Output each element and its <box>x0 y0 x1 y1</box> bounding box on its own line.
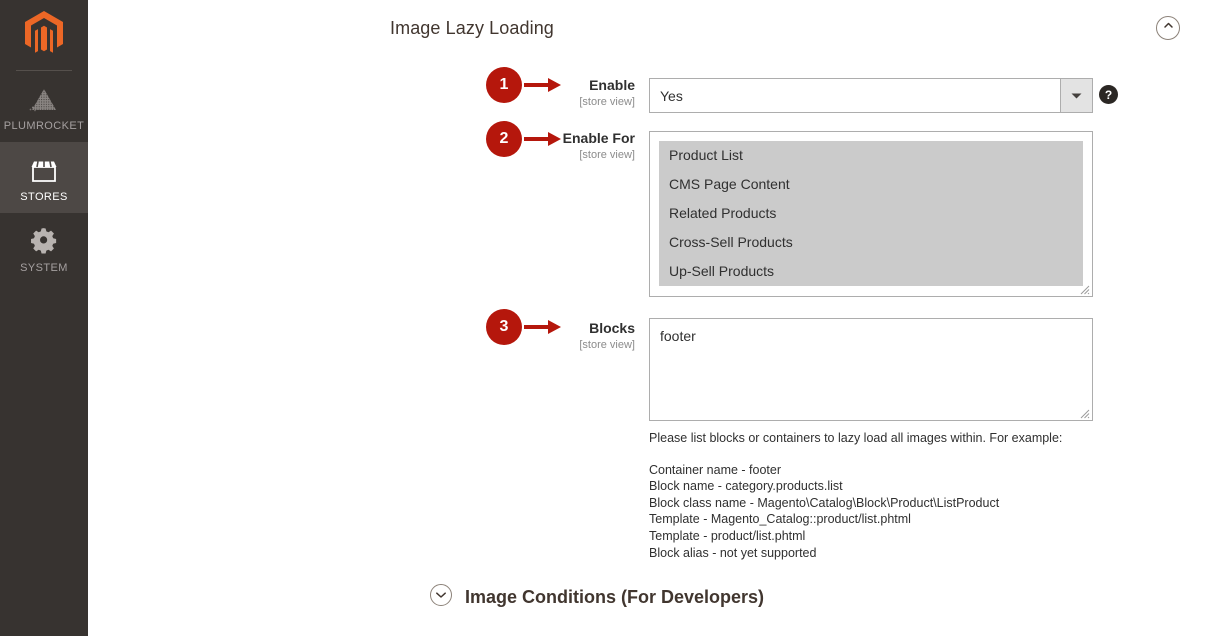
multiselect-option[interactable]: Up-Sell Products <box>659 257 1083 286</box>
sidebar-item-label: STORES <box>20 191 68 203</box>
sidebar: PLUMROCKET STORES SYSTEM <box>0 0 88 636</box>
section-image-conditions[interactable]: Image Conditions (For Developers) <box>429 583 764 612</box>
chevron-up-circle-icon <box>1162 19 1175 37</box>
label-text: Enable <box>589 77 635 93</box>
question-mark-icon: ? <box>1104 87 1113 102</box>
sidebar-item-system[interactable]: SYSTEM <box>0 213 88 284</box>
multiselect-option[interactable]: Related Products <box>659 199 1083 228</box>
plumrocket-pyramid-icon <box>29 83 59 113</box>
help-line: Template - Magento_Catalog::product/list… <box>649 512 911 527</box>
magento-logo[interactable] <box>0 0 88 64</box>
help-line: Block class name - Magento\Catalog\Block… <box>649 495 1000 510</box>
sidebar-item-plumrocket[interactable]: PLUMROCKET <box>0 71 88 142</box>
resize-grip-icon[interactable] <box>1078 406 1090 419</box>
enable-tooltip-icon[interactable]: ? <box>1099 85 1118 104</box>
section-header: Image Lazy Loading <box>390 16 1180 40</box>
main-content: Image Lazy Loading 1 Enable [store view]… <box>88 0 1206 636</box>
blocks-textarea-value: footer <box>660 328 696 344</box>
chevron-down-circle-icon[interactable] <box>429 583 453 612</box>
blocks-help-text: Please list blocks or containers to lazy… <box>649 430 1169 561</box>
store-icon <box>29 154 59 184</box>
page-title: Image Lazy Loading <box>390 17 554 38</box>
multiselect-option[interactable]: CMS Page Content <box>659 170 1083 199</box>
help-line: Block alias - not yet supported <box>649 545 817 560</box>
help-intro: Please list blocks or containers to lazy… <box>649 431 1063 445</box>
enable-for-multiselect[interactable]: Product List CMS Page Content Related Pr… <box>649 131 1093 297</box>
sidebar-item-label: PLUMROCKET <box>3 120 85 132</box>
enable-select[interactable]: Yes <box>649 78 1093 113</box>
magento-logo-icon <box>23 10 65 61</box>
label-text: Enable For <box>562 130 635 146</box>
field-label-enable: Enable [store view] <box>435 77 635 109</box>
help-line: Block name - category.products.list <box>649 479 843 494</box>
sidebar-item-label: SYSTEM <box>20 262 68 274</box>
field-label-enable-for: Enable For [store view] <box>435 130 635 162</box>
multiselect-option[interactable]: Cross-Sell Products <box>659 228 1083 257</box>
label-scope: [store view] <box>579 96 635 108</box>
multiselect-option[interactable]: Product List <box>659 141 1083 170</box>
label-scope: [store view] <box>579 339 635 351</box>
label-text: Blocks <box>589 320 635 336</box>
label-scope: [store view] <box>579 149 635 161</box>
help-spacer <box>649 447 1169 462</box>
enable-select-value: Yes <box>660 87 683 104</box>
blocks-textarea[interactable]: footer <box>649 318 1093 421</box>
resize-grip-icon[interactable] <box>1078 282 1090 295</box>
section-title-image-conditions: Image Conditions (For Developers) <box>465 587 765 607</box>
help-line: Container name - footer <box>649 462 782 477</box>
sidebar-item-stores[interactable]: STORES <box>0 142 88 213</box>
gear-icon <box>30 225 58 255</box>
chevron-down-icon[interactable] <box>1060 79 1092 112</box>
help-line: Template - product/list.phtml <box>649 528 806 543</box>
section-collapse-button[interactable] <box>1156 16 1180 40</box>
field-label-blocks: Blocks [store view] <box>435 320 635 352</box>
